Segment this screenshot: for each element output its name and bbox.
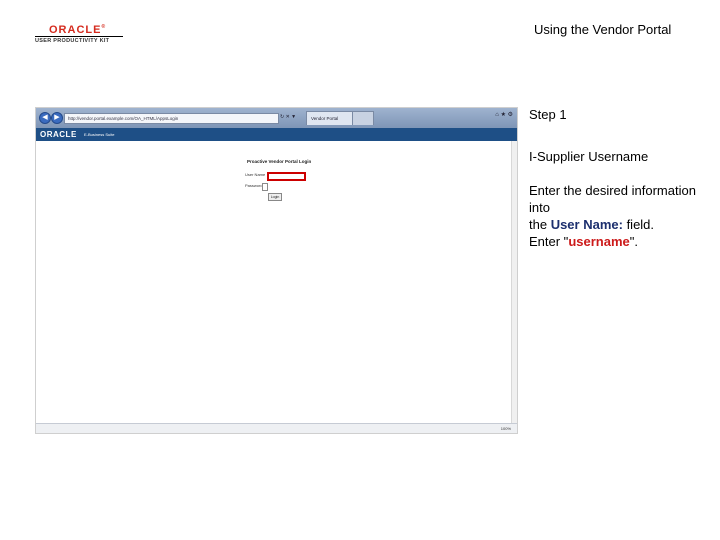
password-field[interactable] <box>262 183 268 191</box>
logo-word: ORACLE <box>49 24 102 36</box>
user-name-label: User Name <box>245 172 266 177</box>
portal-login-title: Proactive Vendor Portal Login <box>247 159 312 164</box>
app-oracle-logo: ORACLE <box>40 130 77 139</box>
step-number: Step 1 <box>529 107 567 122</box>
app-header: ORACLE E-Business Suite <box>36 128 517 141</box>
address-bar-icons[interactable]: ↻ ✕ ▼ <box>280 113 296 122</box>
new-tab[interactable] <box>352 111 374 125</box>
logo-subtitle: USER PRODUCTIVITY KIT <box>35 38 110 44</box>
step-title: I-Supplier Username <box>529 149 649 164</box>
instruction-text: Enter the desired information into <box>529 183 696 215</box>
instruction-value: username <box>568 234 630 249</box>
oracle-upk-logo: ORACLE® USER PRODUCTIVITY KIT <box>35 24 125 46</box>
instruction-text: the <box>529 217 551 232</box>
screenshot-frame: ◀ ▶ http://vendor.portal.example.com/OA_… <box>35 107 518 434</box>
user-name-field[interactable] <box>267 172 306 181</box>
forward-icon[interactable]: ▶ <box>51 112 63 124</box>
browser-tab[interactable]: Vendor Portal <box>306 111 358 125</box>
instruction-text: Enter " <box>529 234 569 249</box>
back-icon[interactable]: ◀ <box>39 112 51 124</box>
logo-divider <box>35 36 123 37</box>
browser-toolbar: ◀ ▶ http://vendor.portal.example.com/OA_… <box>36 108 517 129</box>
login-button[interactable]: Login <box>268 193 282 201</box>
app-suite-name: E-Business Suite <box>84 132 115 137</box>
address-bar[interactable]: http://vendor.portal.example.com/OA_HTML… <box>64 113 279 124</box>
password-label: Password <box>245 183 263 188</box>
window-controls-icon[interactable]: ⌂ ★ ⚙ <box>495 111 513 118</box>
document-title: Using the Vendor Portal <box>534 22 672 37</box>
vertical-scrollbar[interactable] <box>511 141 517 423</box>
step-instructions: Enter the desired information into the U… <box>529 182 714 250</box>
logo-registered-mark: ® <box>101 24 107 30</box>
instruction-text: ". <box>629 234 638 249</box>
instruction-text: field. <box>622 217 655 232</box>
instruction-field-name: User Name: <box>550 217 623 232</box>
browser-statusbar: 100% <box>36 423 517 433</box>
zoom-level[interactable]: 100% <box>501 424 511 433</box>
